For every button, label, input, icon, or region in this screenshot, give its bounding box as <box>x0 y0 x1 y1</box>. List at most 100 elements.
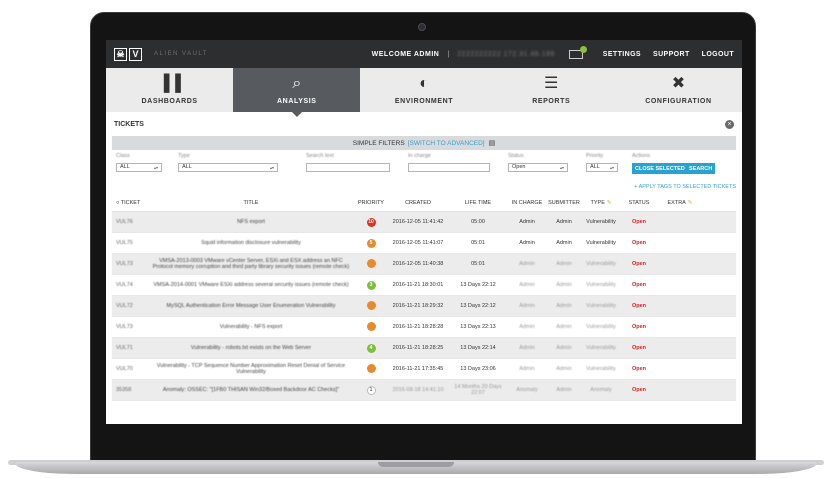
priority-badge: 4 <box>366 343 376 353</box>
table-row[interactable]: VUL72 MySQL Authentication Error Message… <box>112 296 736 317</box>
class-select[interactable]: ALL <box>116 163 162 172</box>
priority-badge <box>366 258 376 268</box>
status-cell: Open <box>631 261 647 267</box>
type-label: Type <box>178 153 190 159</box>
type-cell: Vulnerability <box>586 345 616 351</box>
col-life[interactable]: LIFE TIME <box>450 200 506 206</box>
nav-dashboards[interactable]: ▐▐ DASHBOARDS <box>106 68 233 112</box>
table-row[interactable]: VUL70 Vulnerability - TCP Sequence Numbe… <box>112 359 736 380</box>
close-icon[interactable]: × <box>725 119 734 129</box>
message-icon[interactable] <box>568 45 587 59</box>
type-cell: Vulnerability <box>586 366 616 372</box>
ticket-id[interactable]: VUL72 <box>112 303 146 309</box>
nav-configuration[interactable]: ✖ CONFIGURATION <box>615 68 742 112</box>
table-row[interactable]: VUL74 VMSA-2014-0001 VMware ESXi address… <box>112 275 736 296</box>
submitter-cell: Admin <box>556 387 572 393</box>
ticket-title[interactable]: Squid information disclosure vulnerabili… <box>146 240 356 247</box>
col-extra[interactable]: EXTRA ✎ <box>656 200 704 206</box>
table-row[interactable]: VUL73 VMSA-2013-0003 VMware vCenter Serv… <box>112 254 736 275</box>
col-priority[interactable]: PRIORITY <box>356 200 386 206</box>
ticket-id[interactable]: VUL73 <box>112 261 146 267</box>
created-cell: 2016-08-18 14:41:10 <box>392 387 444 393</box>
user-host: 2222222222 172.31.46.199 <box>457 50 555 58</box>
actions-filter: Actions <box>632 153 672 161</box>
col-charge[interactable]: IN CHARGE <box>506 200 548 206</box>
ticket-title[interactable]: NFS export <box>146 219 356 226</box>
tools-icon: ✖ <box>671 75 686 92</box>
ticket-id[interactable]: VUL71 <box>112 345 146 351</box>
col-submitter[interactable]: SUBMITTER <box>548 200 580 206</box>
type-select[interactable]: ALL <box>178 163 278 172</box>
col-ticket[interactable]: ○ TICKET <box>112 200 146 206</box>
logo[interactable]: ☠ V ALIEN VAULT <box>114 47 208 61</box>
class-label: Class <box>116 153 130 159</box>
priority-select[interactable]: ALL <box>586 163 618 172</box>
priority-label: Priority <box>586 153 604 159</box>
webcam <box>418 23 426 31</box>
type-cell: Vulnerability <box>586 324 616 330</box>
logo-box-v: V <box>129 47 142 61</box>
ticket-id[interactable]: VUL74 <box>112 282 146 288</box>
ticket-title[interactable]: Vulnerability - NFS export <box>146 324 356 331</box>
ticket-title[interactable]: Anomaly: OSSEC: "[1FB0 THISAN Win32/Boxe… <box>146 387 356 394</box>
welcome-text: WELCOME ADMIN <box>371 50 440 58</box>
ticket-title[interactable]: Vulnerability - TCP Sequence Number Appr… <box>146 363 356 376</box>
table-row[interactable]: VUL75 Squid information disclosure vulne… <box>112 233 736 254</box>
support-link[interactable]: SUPPORT <box>653 51 690 58</box>
created-cell: 2016-11-21 18:30:01 <box>392 282 444 288</box>
ticket-id[interactable]: 35358 <box>112 387 146 393</box>
created-cell: 2016-11-21 18:28:25 <box>392 345 444 351</box>
table-row[interactable]: VUL73 Vulnerability - NFS export 2016-11… <box>112 317 736 338</box>
pencil-icon[interactable]: ✎ <box>607 200 612 206</box>
nav-label: CONFIGURATION <box>645 98 712 105</box>
nav-environment[interactable]: ◐ ENVIRONMENT <box>360 68 487 112</box>
submitter-cell: Admin <box>556 282 572 288</box>
priority-filter: Priority ALL <box>586 153 618 172</box>
status-select[interactable]: Open <box>508 163 568 172</box>
charge-cell: Admin <box>519 240 535 246</box>
pencil-icon[interactable]: ✎ <box>688 200 693 206</box>
status-cell: Open <box>631 219 647 225</box>
priority-cell: 3 <box>356 280 386 290</box>
ticket-title[interactable]: VMSA-2013-0003 VMware vCenter Server, ES… <box>146 258 356 271</box>
logout-link[interactable]: LOGOUT <box>702 51 734 58</box>
tickets-header: TICKETS × <box>106 112 742 136</box>
ticket-id[interactable]: VUL75 <box>112 240 146 246</box>
table-row[interactable]: 35358 Anomaly: OSSEC: "[1FB0 THISAN Win3… <box>112 380 736 401</box>
search-button[interactable]: SEARCH <box>686 163 716 174</box>
col-created[interactable]: CREATED <box>386 200 450 206</box>
life-cell: 05:00 <box>471 219 485 225</box>
ticket-id[interactable]: VUL70 <box>112 366 146 372</box>
col-status[interactable]: STATUS <box>622 200 656 206</box>
submitter-cell: Admin <box>556 303 572 309</box>
table-row[interactable]: VUL71 Vulnerability - robots.txt exists … <box>112 338 736 359</box>
close-selected-button[interactable]: CLOSE SELECTED <box>632 163 688 174</box>
nav-analysis[interactable]: ⌕ ANALYSIS <box>233 68 361 117</box>
nav-label: REPORTS <box>532 98 571 105</box>
switch-advanced-link[interactable]: [SWITCH TO ADVANCED] <box>408 140 485 147</box>
status-cell: Open <box>631 387 647 393</box>
settings-link[interactable]: SETTINGS <box>603 51 641 58</box>
submitter-cell: Admin <box>556 219 572 225</box>
col-title[interactable]: TITLE <box>146 200 356 206</box>
col-type[interactable]: TYPE ✎ <box>580 200 622 206</box>
type-cell: Vulnerability <box>586 219 616 225</box>
created-cell: 2016-12-05 11:41:07 <box>392 240 444 246</box>
ticket-title[interactable]: Vulnerability - robots.txt exists on the… <box>146 345 356 352</box>
apply-tags-link[interactable]: + APPLY TAGS TO SELECTED TICKETS <box>634 184 736 190</box>
search-input[interactable] <box>306 163 390 172</box>
status-cell: Open <box>631 366 647 372</box>
ticket-id[interactable]: VUL76 <box>112 219 146 225</box>
ticket-title[interactable]: MySQL Authentication Error Message User … <box>146 303 356 310</box>
document-icon[interactable]: ▤ <box>489 139 496 147</box>
nav-reports[interactable]: ☰ REPORTS <box>488 68 615 112</box>
ticket-id[interactable]: VUL73 <box>112 324 146 330</box>
created-cell: 2016-12-05 11:40:38 <box>392 261 444 267</box>
life-cell: 13 Days 22:12 <box>460 303 496 309</box>
incharge-input[interactable] <box>408 163 490 172</box>
incharge-filter: In charge <box>408 153 490 172</box>
charge-cell: Admin <box>519 261 535 267</box>
ticket-title[interactable]: VMSA-2014-0001 VMware ESXi address sever… <box>146 282 356 289</box>
table-header: ○ TICKET TITLE PRIORITY CREATED LIFE TIM… <box>112 194 736 212</box>
table-row[interactable]: VUL76 NFS export 10 2016-12-05 11:41:42 … <box>112 212 736 233</box>
